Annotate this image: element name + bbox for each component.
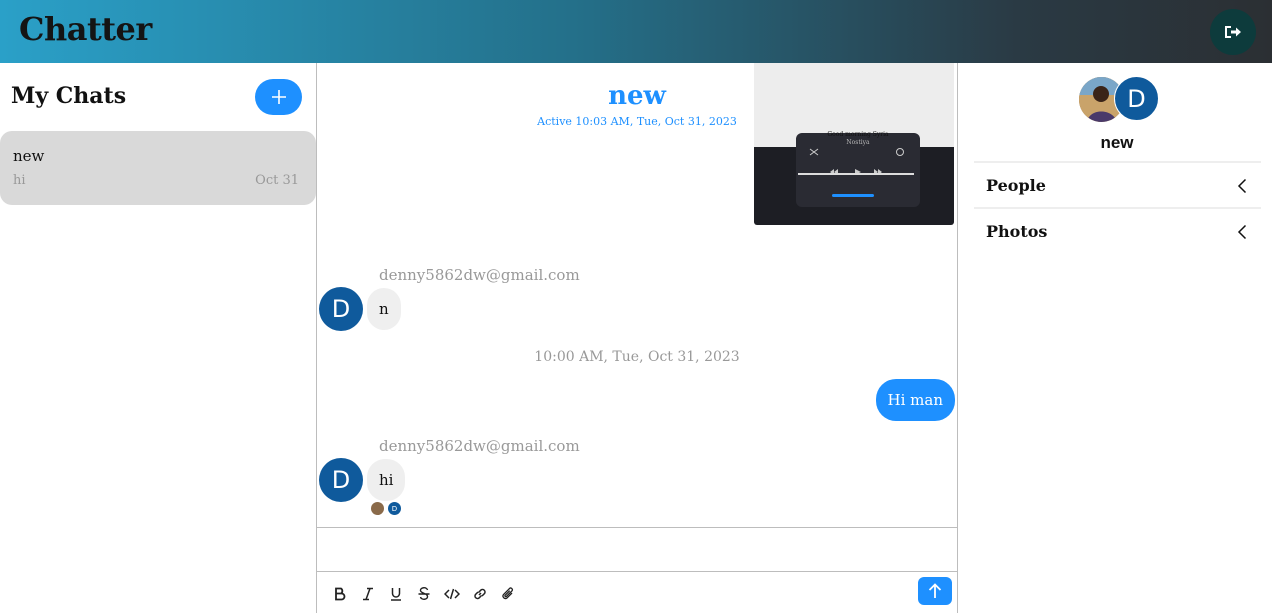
message-sender: denny5862dw@gmail.com (379, 437, 580, 455)
conversation-panel: Good morning Syria Nostiya new Active 10… (317, 63, 958, 613)
send-button[interactable] (918, 577, 952, 605)
top-bar: Chatter (0, 0, 1272, 63)
logout-icon (1225, 26, 1241, 38)
message-timestamp: 10:00 AM, Tue, Oct 31, 2023 (534, 349, 740, 365)
avatar: D (319, 458, 363, 502)
attach-button[interactable] (497, 583, 519, 605)
member-avatar: D (1114, 76, 1159, 121)
strikethrough-button[interactable] (413, 583, 435, 605)
chat-details-panel: D new People Photos (958, 63, 1272, 613)
app-logo: Chatter (19, 10, 152, 48)
bold-button[interactable] (329, 583, 351, 605)
people-section[interactable]: People (974, 161, 1261, 207)
code-button[interactable] (441, 583, 463, 605)
plus-icon (271, 90, 286, 104)
paperclip-icon (502, 587, 513, 600)
chat-date: Oct 31 (255, 173, 299, 188)
active-status: Active 10:03 AM, Tue, Oct 31, 2023 (537, 115, 737, 128)
avatar: D (319, 287, 363, 331)
message-sender: denny5862dw@gmail.com (379, 266, 580, 284)
underline-button[interactable] (385, 583, 407, 605)
read-receipt-avatar: D (388, 502, 401, 515)
strikethrough-icon (418, 587, 430, 600)
people-section-label: People (986, 176, 1046, 195)
chat-details-name: new (1100, 133, 1134, 152)
chat-preview: hi (13, 173, 26, 188)
link-icon (474, 588, 486, 600)
message-composer (317, 527, 957, 613)
message-bubble-outgoing: Hi man (875, 379, 955, 421)
read-receipt-avatar (371, 502, 384, 515)
bold-icon (335, 587, 346, 601)
photos-section-label: Photos (986, 222, 1048, 241)
underline-icon (391, 588, 401, 601)
link-button[interactable] (469, 583, 491, 605)
arrow-up-icon (928, 583, 942, 598)
chat-name: new (13, 147, 45, 165)
message-bubble-incoming: n (367, 288, 401, 330)
code-icon (444, 588, 460, 600)
message-bubble-incoming: hi (367, 459, 406, 501)
chevron-left-icon (1237, 178, 1247, 194)
chat-list-item[interactable]: new hi Oct 31 (0, 131, 316, 205)
logout-button[interactable] (1210, 9, 1256, 55)
photos-section[interactable]: Photos (974, 207, 1261, 253)
italic-icon (363, 587, 373, 601)
chat-list-panel: My Chats new hi Oct 31 (0, 63, 317, 613)
italic-button[interactable] (357, 583, 379, 605)
image-divider (798, 173, 914, 175)
message-input[interactable] (317, 528, 957, 572)
conversation-title: new (608, 81, 666, 111)
new-chat-button[interactable] (255, 79, 302, 115)
image-progress-bar (832, 194, 874, 197)
chat-list-title: My Chats (11, 83, 127, 109)
chevron-left-icon (1237, 224, 1247, 240)
